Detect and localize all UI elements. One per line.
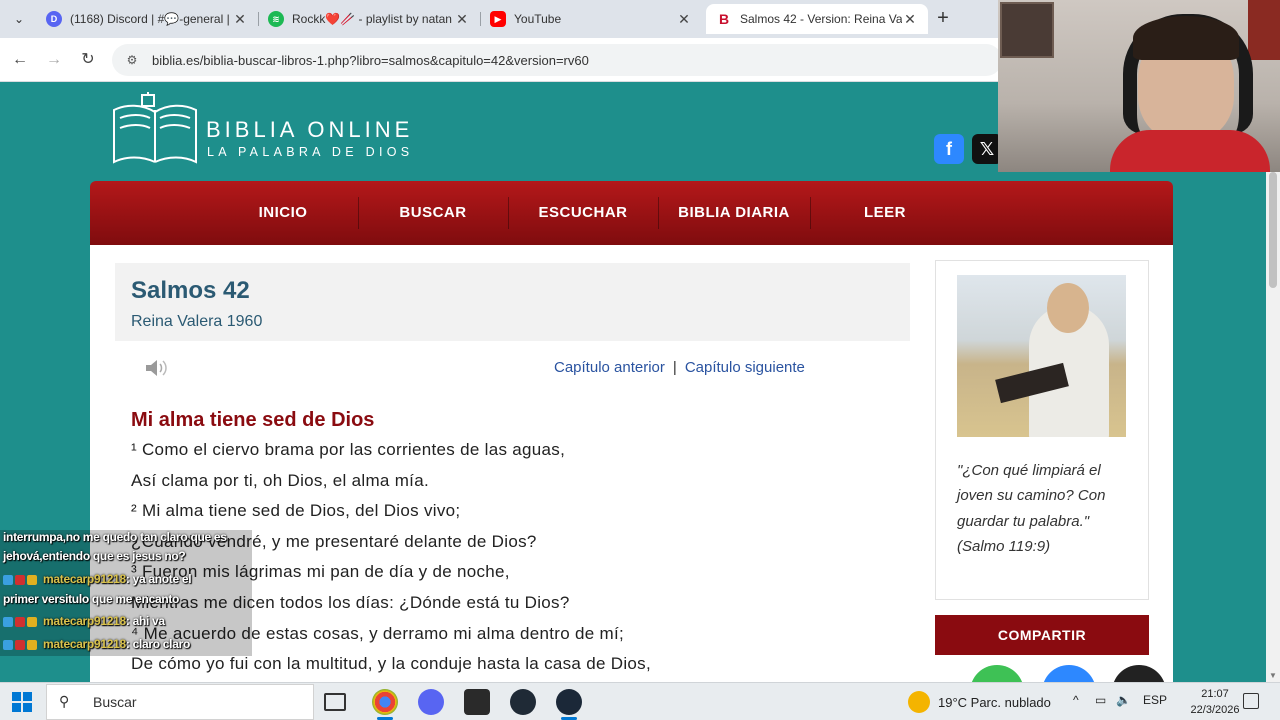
nav-inicio[interactable]: INICIO — [208, 181, 358, 245]
speaker-icon[interactable] — [144, 357, 170, 379]
search-icon: ⚲ — [59, 693, 70, 709]
chat-message: matecarp91218: ya anote el — [3, 572, 192, 586]
facebook-icon[interactable]: f — [934, 134, 964, 164]
chat-badges-icon — [3, 637, 43, 651]
discord-icon[interactable] — [418, 689, 444, 715]
biblia-favicon-icon: B — [718, 11, 730, 27]
share-button[interactable]: COMPARTIR — [935, 615, 1149, 655]
logo-title: BIBLIA ONLINE — [206, 117, 414, 142]
spotify-favicon-icon: ≋ — [268, 11, 284, 27]
back-arrow-icon[interactable]: ← — [8, 48, 32, 72]
close-tab-icon[interactable]: ✕ — [232, 11, 248, 28]
tab-discord[interactable]: D (1168) Discord | #💬-general | ✕ — [36, 4, 258, 34]
chat-message: primer versitulo que me encanto — [3, 592, 180, 606]
close-tab-icon[interactable]: ✕ — [454, 11, 470, 28]
language-indicator[interactable]: ESP — [1143, 693, 1167, 707]
chat-badges-icon — [3, 614, 43, 628]
content-area: Salmos 42 Reina Valera 1960 Capítulo ant… — [90, 245, 1173, 682]
verse-line: ² Mi alma tiene sed de Dios, del Dios vi… — [131, 501, 461, 521]
facebook-share-icon[interactable] — [1042, 665, 1096, 682]
chat-username: matecarp91218 — [43, 637, 126, 651]
chrome-icon[interactable] — [372, 689, 398, 715]
chat-message: matecarp91218: claro claro — [3, 637, 190, 651]
weather-text: 19°C Parc. nublado — [938, 694, 1051, 710]
steam-icon[interactable] — [556, 689, 582, 715]
tab-spotify[interactable]: ≋ Rockk❤️🥢 - playlist by natan ✕ — [258, 4, 480, 34]
nav-escuchar[interactable]: ESCUCHAR — [508, 181, 658, 245]
chat-username: matecarp91218 — [43, 614, 126, 628]
previous-chapter-link[interactable]: Capítulo anterior — [554, 359, 665, 376]
tab-title: Rockk❤️🥢 - playlist by natan — [292, 12, 452, 26]
tab-title: Salmos 42 - Version: Reina Valer — [740, 12, 902, 26]
taskbar-search[interactable]: ⚲ Buscar — [46, 684, 314, 720]
address-bar[interactable]: ⚙ biblia.es/biblia-buscar-libros-1.php?l… — [112, 44, 1002, 76]
new-tab-button[interactable]: + — [932, 8, 954, 30]
verse-quote: "¿Con qué limpiará el joven su camino? C… — [957, 462, 1106, 556]
close-tab-icon[interactable]: ✕ — [902, 11, 918, 28]
tab-salmos-42[interactable]: B Salmos 42 - Version: Reina Valer ✕ — [706, 4, 928, 34]
partly-cloudy-icon — [908, 691, 930, 713]
taskbar-search-label: Buscar — [93, 694, 137, 710]
system-clock[interactable]: 21:07 22/3/2026 — [1190, 686, 1240, 718]
obs-icon[interactable] — [510, 689, 536, 715]
chapter-navigation: Capítulo anterior | Capítulo siguiente — [554, 359, 805, 376]
windows-taskbar: ⚲ Buscar 19°C Parc. nublado ^ ▭ 🔈 ESP 21… — [0, 682, 1280, 720]
open-book-icon — [113, 92, 197, 164]
chat-message: matecarp91218: ahi va — [3, 614, 165, 628]
site-logo[interactable]: BIBLIA ONLINE LA PALABRA DE DIOS — [110, 92, 440, 170]
daily-verse-card: "¿Con qué limpiará el joven su camino? C… — [935, 260, 1149, 600]
logo-subtitle: LA PALABRA DE DIOS — [207, 145, 414, 159]
tab-title: (1168) Discord | #💬-general | — [70, 12, 230, 26]
verse-line: Así clama por ti, oh Dios, el alma mía. — [131, 470, 429, 490]
next-chapter-link[interactable]: Capítulo siguiente — [685, 359, 805, 376]
nav-biblia-diaria[interactable]: BIBLIA DIARIA — [658, 181, 810, 245]
network-icon[interactable]: ▭ — [1095, 693, 1106, 707]
whatsapp-icon[interactable] — [970, 665, 1024, 682]
x-share-icon[interactable] — [1112, 665, 1166, 682]
url-text[interactable]: biblia.es/biblia-buscar-libros-1.php?lib… — [152, 53, 589, 68]
notifications-icon[interactable] — [1243, 693, 1259, 709]
page-scrollbar[interactable]: ▼ — [1266, 172, 1280, 682]
show-hidden-icons-chevron-icon[interactable]: ^ — [1073, 693, 1079, 707]
reload-icon[interactable]: ↻ — [76, 48, 100, 72]
tab-youtube[interactable]: ▶ YouTube ✕ — [480, 4, 702, 34]
site-info-icon[interactable]: ⚙ — [124, 52, 140, 68]
epic-games-icon[interactable] — [464, 689, 490, 715]
nav-buscar[interactable]: BUSCAR — [358, 181, 508, 245]
tab-title: YouTube — [514, 12, 562, 26]
tab-search-menu-button[interactable]: ⌄ — [8, 8, 30, 30]
clock-time: 21:07 — [1201, 688, 1229, 700]
chapter-title: Salmos 42 — [131, 277, 250, 304]
chat-message: interrumpa,no me quedo tan claro que es — [3, 530, 227, 544]
forward-arrow-icon[interactable]: → — [42, 48, 66, 72]
scrollbar-thumb[interactable] — [1269, 172, 1277, 288]
scroll-down-icon[interactable]: ▼ — [1269, 671, 1277, 680]
close-tab-icon[interactable]: ✕ — [676, 11, 692, 28]
chapter-nav-separator: | — [672, 359, 677, 376]
stream-chat-overlay: interrumpa,no me quedo tan claro que es … — [0, 530, 252, 656]
chat-username: matecarp91218 — [43, 572, 126, 586]
reading-person-image — [957, 275, 1126, 437]
windows-start-icon[interactable] — [12, 692, 32, 712]
section-heading: Mi alma tiene sed de Dios — [131, 409, 375, 431]
youtube-favicon-icon: ▶ — [490, 11, 506, 27]
nav-leer[interactable]: LEER — [810, 181, 960, 245]
weather-widget[interactable]: 19°C Parc. nublado — [908, 691, 1051, 713]
volume-icon[interactable]: 🔈 — [1116, 693, 1131, 707]
clock-date: 22/3/2026 — [1190, 704, 1240, 716]
chapter-header: Salmos 42 Reina Valera 1960 — [115, 263, 910, 341]
webcam-overlay — [998, 0, 1280, 172]
discord-favicon-icon: D — [46, 11, 62, 27]
chat-badges-icon — [3, 572, 43, 586]
main-navigation: INICIO BUSCAR ESCUCHAR BIBLIA DIARIA LEE… — [90, 181, 1173, 245]
chat-message: jehová,entiendo que es jesus no? — [3, 549, 186, 563]
task-view-icon[interactable] — [324, 693, 346, 711]
verse-line: De cómo yo fui con la multitud, y la con… — [131, 654, 651, 674]
bible-version: Reina Valera 1960 — [131, 313, 263, 330]
verse-line: ¹ Como el ciervo brama por las corriente… — [131, 440, 566, 459]
